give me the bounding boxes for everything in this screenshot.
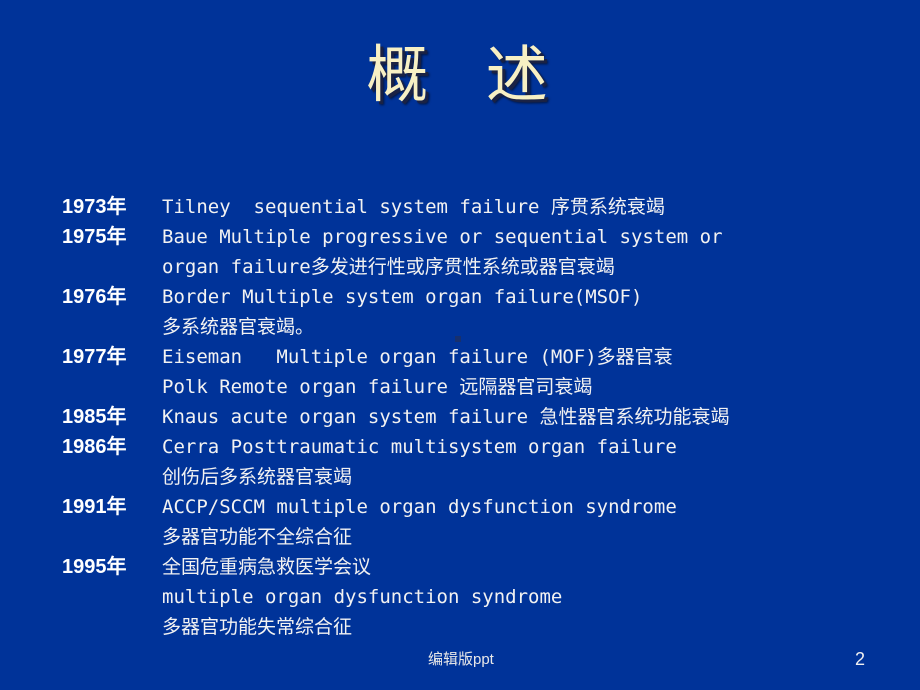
- entry-year-label: 1977年: [62, 346, 127, 368]
- timeline-entry-row: 1975年 Baue Multiple progressive or sequen…: [62, 222, 910, 252]
- entry-text: ACCP/SCCM multiple organ dysfunction syn…: [162, 496, 677, 518]
- timeline-entry-row: 多器官功能不全综合征: [62, 522, 910, 552]
- timeline-entry-row: 多系统器官衰竭。: [62, 312, 910, 342]
- slide-title: 概 述: [366, 38, 554, 111]
- footer-label: 编辑版ppt: [428, 651, 494, 668]
- entry-text: 多器官功能失常综合征: [162, 616, 353, 638]
- timeline-entry-row: 1985年 Knaus acute organ system failure 急性…: [62, 402, 910, 432]
- entry-text: 创伤后多系统器官衰竭: [162, 466, 353, 488]
- image-artifact-speck: [455, 336, 461, 342]
- entry-year-label: 1985年: [62, 406, 127, 428]
- entry-text: Cerra Posttraumatic multisystem organ fa…: [162, 436, 677, 458]
- timeline-entry-row: 1977年 Eiseman Multiple organ failure (MOF…: [62, 342, 910, 372]
- timeline-entry-row: 1995年 全国危重病急救医学会议: [62, 552, 910, 582]
- entry-text: multiple organ dysfunction syndrome: [162, 586, 563, 608]
- page-number: 2: [854, 649, 865, 669]
- timeline-entry-list: 1973年 Tilney sequential system failure 序贯…: [62, 192, 910, 642]
- entry-text: 多系统器官衰竭。: [162, 316, 315, 338]
- timeline-entry-row: 1986年 Cerra Posttraumatic multisystem org…: [62, 432, 910, 462]
- entry-text: Border Multiple system organ failure(MSO…: [162, 286, 643, 308]
- entry-text: Baue Multiple progressive or sequential …: [162, 226, 723, 248]
- timeline-entry-row: 1991年 ACCP/SCCM multiple organ dysfunctio…: [62, 492, 910, 522]
- timeline-entry-row: 多器官功能失常综合征: [62, 612, 910, 642]
- entry-year-label: 1991年: [62, 496, 127, 518]
- timeline-entry-row: 1976年 Border Multiple system organ failur…: [62, 282, 910, 312]
- entry-text: Knaus acute organ system failure 急性器官系统功…: [162, 406, 730, 428]
- entry-year-label: 1973年: [62, 196, 127, 218]
- entry-text: Tilney sequential system failure 序贯系统衰竭: [162, 196, 665, 218]
- entry-year-label: 1986年: [62, 436, 127, 458]
- entry-text: Polk Remote organ failure 远隔器官司衰竭: [162, 376, 593, 398]
- timeline-entry-row: multiple organ dysfunction syndrome: [62, 582, 910, 612]
- timeline-entry-row: Polk Remote organ failure 远隔器官司衰竭: [62, 372, 910, 402]
- entry-text: 全国危重病急救医学会议: [162, 556, 372, 578]
- entry-year-label: 1995年: [62, 556, 127, 578]
- timeline-entry-row: 创伤后多系统器官衰竭: [62, 462, 910, 492]
- entry-year-label: 1976年: [62, 286, 127, 308]
- entry-text: 多器官功能不全综合征: [162, 526, 353, 548]
- entry-text: Eiseman Multiple organ failure (MOF)多器官衰: [162, 346, 673, 368]
- timeline-entry-row: organ failure多发进行性或序贯性系统或器官衰竭: [62, 252, 910, 282]
- presentation-slide: 概 述 1973年 Tilney sequential system failur…: [0, 0, 920, 690]
- entry-year-label: 1975年: [62, 226, 127, 248]
- timeline-entry-row: 1973年 Tilney sequential system failure 序贯…: [62, 192, 910, 222]
- entry-text: organ failure多发进行性或序贯性系统或器官衰竭: [162, 256, 615, 278]
